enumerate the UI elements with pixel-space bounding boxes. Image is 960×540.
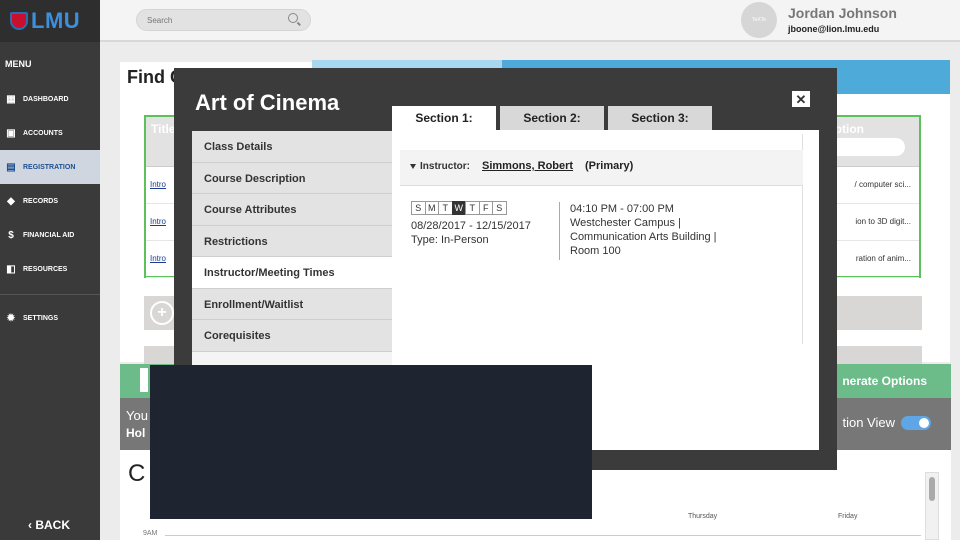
hold-label: Hol xyxy=(126,426,146,440)
modal-side-menu: Class Details Course Description Course … xyxy=(192,131,392,366)
day-box-active: W xyxy=(451,201,466,215)
day-box: F xyxy=(478,201,493,215)
accounts-icon: ▣ xyxy=(6,127,16,139)
sidebar-item-accounts[interactable]: ▣ ACCOUNTS xyxy=(0,116,100,150)
meeting-time: 04:10 PM - 07:00 PM xyxy=(570,203,674,215)
tab-section-2[interactable]: Section 2: xyxy=(500,106,604,130)
logo-text: LMU xyxy=(31,8,81,33)
day-box: T xyxy=(438,201,453,215)
course-description: ration of anim... xyxy=(855,254,911,263)
side-item-class-details[interactable]: Class Details xyxy=(192,131,392,163)
user-email: jboone@lion.lmu.edu xyxy=(788,24,880,34)
instructor-role: (Primary) xyxy=(585,160,634,172)
sidebar-item-records[interactable]: ◆ RECORDS xyxy=(0,184,100,218)
sidebar: LMU MENU ▦ DASHBOARD ▣ ACCOUNTS ▤ REGIST… xyxy=(0,0,100,540)
back-label: BACK xyxy=(35,518,71,532)
side-item-corequisites[interactable]: Corequisites xyxy=(192,320,392,352)
calendar-title: C xyxy=(128,460,146,487)
sidebar-item-label: FINANCIAL AID xyxy=(23,231,75,239)
column-title: Title xyxy=(151,122,176,136)
tab-section-1[interactable]: Section 1: xyxy=(392,106,496,132)
meeting-divider xyxy=(559,202,560,260)
sidebar-item-label: DASHBOARD xyxy=(23,95,69,103)
side-item-instructor-meeting-times[interactable]: Instructor/Meeting Times xyxy=(192,257,392,289)
logo[interactable]: LMU xyxy=(0,0,100,42)
redaction-box xyxy=(150,365,592,519)
course-link[interactable]: Intro xyxy=(150,180,166,189)
sidebar-item-label: ACCOUNTS xyxy=(23,129,63,137)
sidebar-item-settings[interactable]: ✹ SETTINGS xyxy=(0,301,100,335)
course-description: ion to 3D digit... xyxy=(855,217,911,226)
instructor-row[interactable]: Instructor: Simmons, Robert (Primary) xyxy=(400,150,803,186)
tab-section-3[interactable]: Section 3: xyxy=(608,106,712,130)
course-link[interactable]: Intro xyxy=(150,217,166,226)
day-label-thursday: Thursday xyxy=(688,513,718,520)
side-item-course-attributes[interactable]: Course Attributes xyxy=(192,194,392,226)
sidebar-item-label: SETTINGS xyxy=(23,314,59,322)
search-icon[interactable] xyxy=(288,13,298,23)
day-box: M xyxy=(424,201,439,215)
side-item-course-description[interactable]: Course Description xyxy=(192,162,392,194)
close-icon[interactable]: ✕ xyxy=(792,91,810,107)
sidebar-item-registration[interactable]: ▤ REGISTRATION xyxy=(0,150,100,184)
column-option: ption xyxy=(834,122,864,136)
modal-title: Art of Cinema xyxy=(195,90,340,115)
view-toggle-label: tion View xyxy=(842,415,895,430)
time-label: 9AM xyxy=(143,530,158,537)
dashboard-icon: ▦ xyxy=(6,93,16,105)
meeting-location-room: Room 100 xyxy=(570,245,621,257)
sidebar-item-label: RESOURCES xyxy=(23,265,68,273)
calendar-gridline xyxy=(165,535,921,536)
plus-circle-icon[interactable]: + xyxy=(150,301,174,325)
day-box: S xyxy=(411,201,426,215)
course-description: / computer sci... xyxy=(854,180,911,189)
user-name: Jordan Johnson xyxy=(788,5,897,21)
avatar[interactable]: TeXTe xyxy=(741,2,777,38)
sidebar-item-label: RECORDS xyxy=(23,197,59,205)
scrollbar-thumb[interactable] xyxy=(929,477,935,501)
records-icon: ◆ xyxy=(7,195,15,207)
sidebar-item-financial-aid[interactable]: $ FINANCIAL AID xyxy=(0,218,100,252)
side-item-restrictions[interactable]: Restrictions xyxy=(192,225,392,257)
back-button[interactable]: ‹ BACK xyxy=(28,518,70,532)
view-toggle[interactable] xyxy=(901,416,931,430)
generate-options-button[interactable]: nerate Options xyxy=(842,374,927,388)
sidebar-item-label: REGISTRATION xyxy=(23,163,76,171)
bar-marker xyxy=(140,368,148,392)
instructor-name-link[interactable]: Simmons, Robert xyxy=(482,160,573,172)
calendar-scrollbar[interactable] xyxy=(925,472,939,540)
instructor-panel: Instructor: Simmons, Robert (Primary) S … xyxy=(400,134,803,344)
sidebar-item-dashboard[interactable]: ▦ DASHBOARD xyxy=(0,82,100,116)
menu-title: MENU xyxy=(5,59,32,69)
meeting-location-building: Communication Arts Building | xyxy=(570,231,717,243)
crest-icon xyxy=(10,12,28,30)
registration-icon: ▤ xyxy=(6,161,16,173)
meeting-days: S M T W T F S xyxy=(411,201,507,215)
sidebar-item-resources[interactable]: ◧ RESOURCES xyxy=(0,252,100,286)
hold-notice: You xyxy=(126,408,148,423)
top-bar: TeXTe Jordan Johnson jboone@lion.lmu.edu xyxy=(100,0,960,42)
sidebar-divider xyxy=(0,294,100,295)
search-input[interactable] xyxy=(136,9,311,31)
side-item-enrollment-waitlist[interactable]: Enrollment/Waitlist xyxy=(192,288,392,320)
day-box: T xyxy=(465,201,480,215)
meeting-location-campus: Westchester Campus | xyxy=(570,217,681,229)
day-label-friday: Friday xyxy=(838,513,858,520)
meeting-type: Type: In-Person xyxy=(411,234,489,246)
gear-icon: ✹ xyxy=(6,312,16,324)
day-box: S xyxy=(492,201,507,215)
instructor-label: Instructor: xyxy=(420,161,470,172)
resources-icon: ◧ xyxy=(6,263,16,275)
option-filter-input[interactable] xyxy=(825,138,905,156)
meeting-dates: 08/28/2017 - 12/15/2017 xyxy=(411,220,531,232)
chevron-left-icon: ‹ xyxy=(28,518,32,532)
course-link[interactable]: Intro xyxy=(150,254,166,263)
caret-down-icon[interactable] xyxy=(410,164,416,169)
dollar-icon: $ xyxy=(8,229,14,241)
meeting-details: 04:10 PM - 07:00 PM Westchester Campus |… xyxy=(570,202,717,258)
